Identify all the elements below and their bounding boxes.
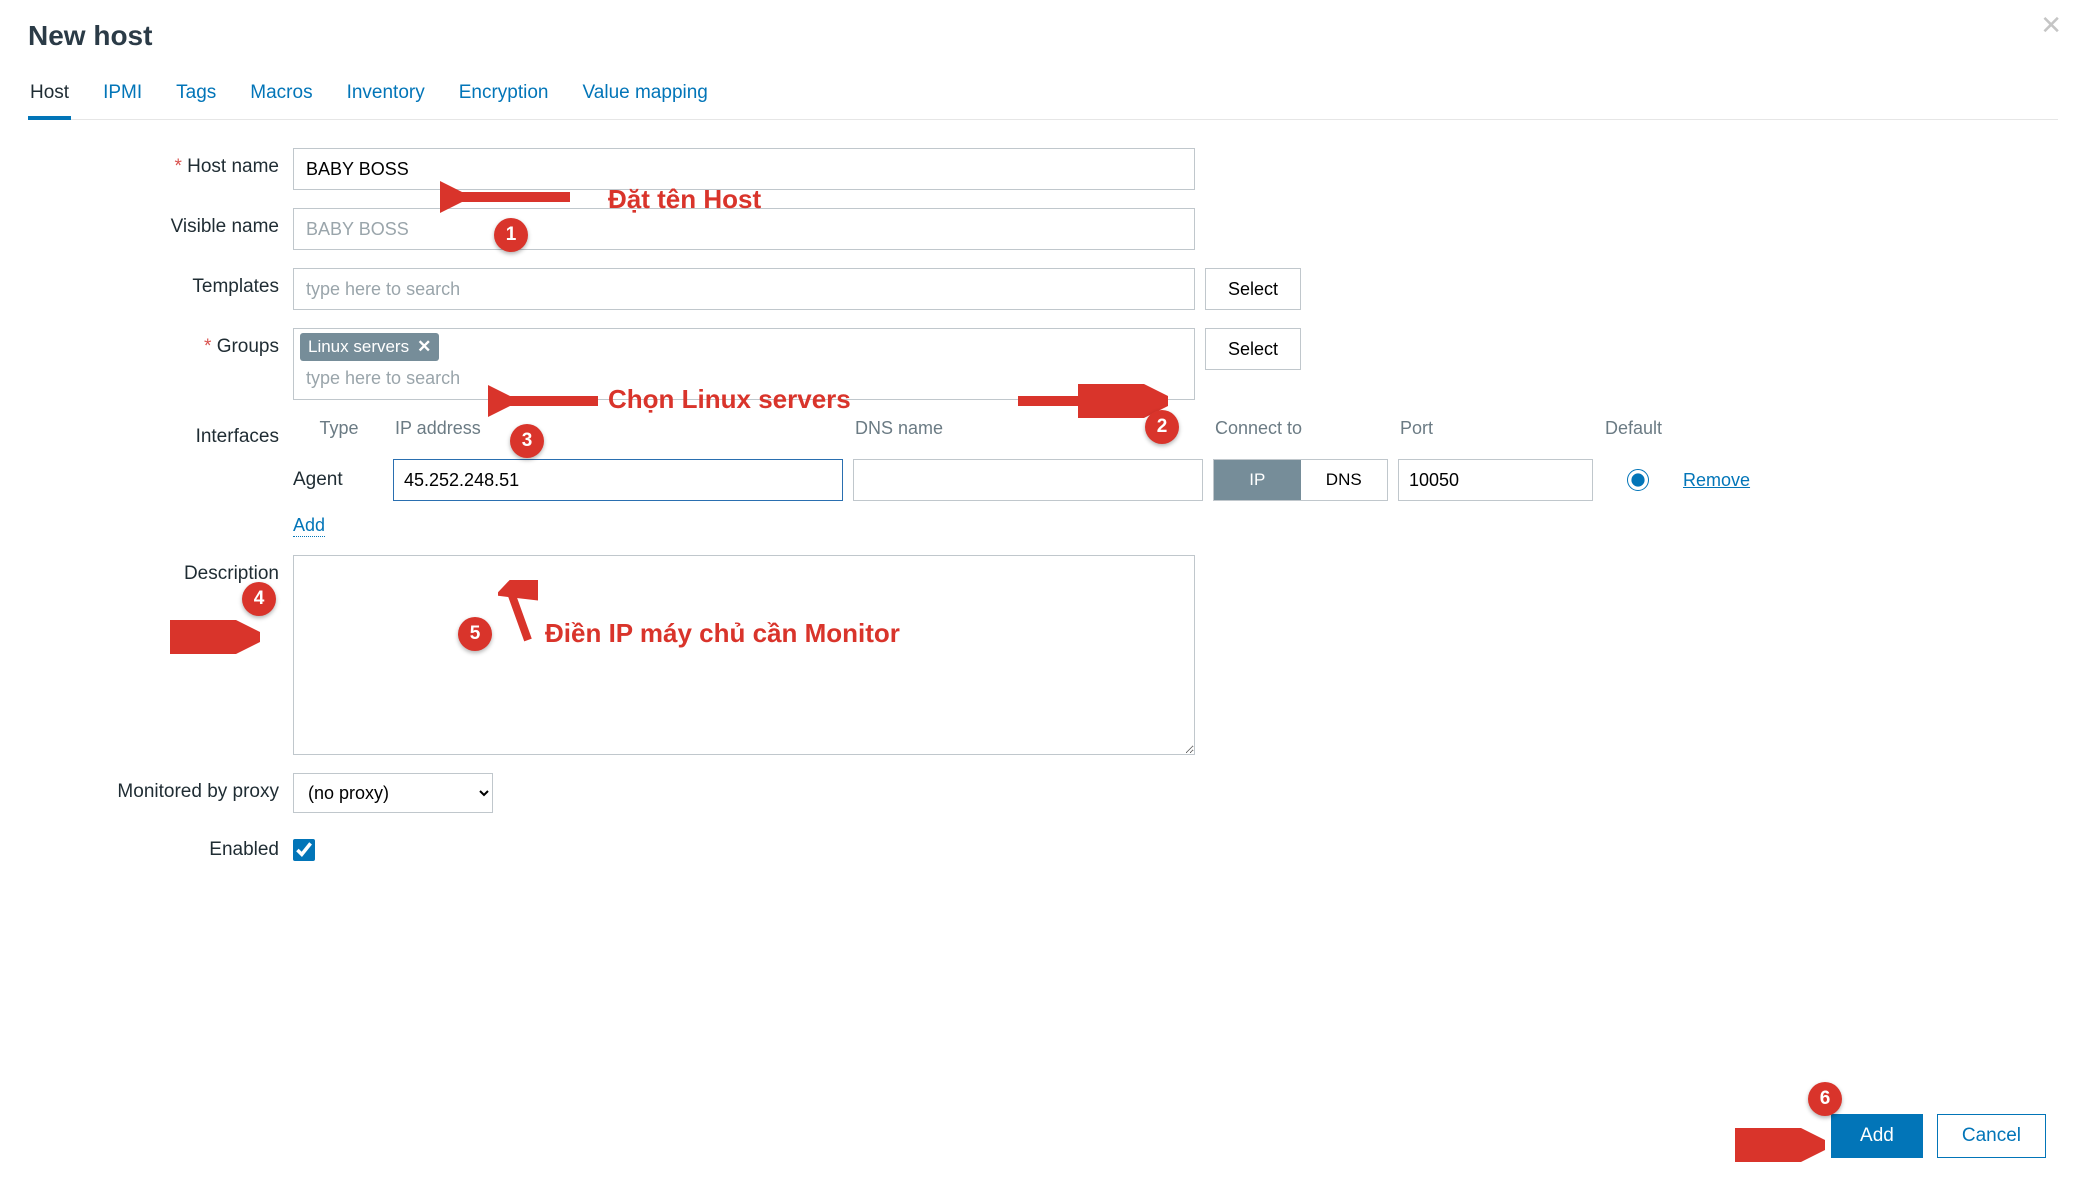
enabled-checkbox[interactable]	[293, 839, 315, 861]
footer-actions: Add Cancel	[1831, 1114, 2046, 1158]
interface-ip-input[interactable]	[393, 459, 843, 501]
th-port: Port	[1398, 418, 1593, 439]
label-visible-name: Visible name	[28, 208, 293, 238]
th-connect-to: Connect to	[1213, 418, 1388, 439]
groups-select-button[interactable]: Select	[1205, 328, 1301, 370]
tab-ipmi[interactable]: IPMI	[101, 74, 144, 119]
interface-type-label: Agent	[293, 469, 383, 491]
remove-tag-icon[interactable]: ✕	[417, 337, 431, 357]
group-tag-label: Linux servers	[308, 337, 409, 357]
interfaces-header: Type IP address DNS name Connect to Port…	[293, 418, 1803, 439]
connect-to-dns-button[interactable]: DNS	[1301, 460, 1388, 500]
label-groups: Groups	[28, 328, 293, 358]
add-interface-link[interactable]: Add	[293, 515, 325, 537]
proxy-select[interactable]: (no proxy)	[293, 773, 493, 813]
interface-default-radio[interactable]	[1627, 469, 1649, 491]
tab-macros[interactable]: Macros	[248, 74, 314, 119]
th-ip: IP address	[393, 418, 843, 439]
interface-row-agent: Agent IP DNS Remove	[293, 459, 1803, 501]
tab-value-mapping[interactable]: Value mapping	[581, 74, 710, 119]
th-dns: DNS name	[853, 418, 1203, 439]
page-title: New host	[28, 20, 2058, 52]
cancel-button[interactable]: Cancel	[1937, 1114, 2046, 1158]
templates-search-input[interactable]	[293, 268, 1195, 310]
label-monitored-by-proxy: Monitored by proxy	[28, 773, 293, 803]
description-textarea[interactable]	[293, 555, 1195, 755]
groups-search-input[interactable]	[300, 361, 1188, 395]
label-description: Description	[28, 555, 293, 585]
connect-to-toggle: IP DNS	[1213, 459, 1388, 501]
templates-select-button[interactable]: Select	[1205, 268, 1301, 310]
tab-host[interactable]: Host	[28, 74, 71, 120]
label-enabled: Enabled	[28, 831, 293, 861]
label-interfaces: Interfaces	[28, 418, 293, 448]
th-default: Default	[1603, 418, 1803, 439]
interface-port-input[interactable]	[1398, 459, 1593, 501]
annotation-arrow-6	[1735, 1128, 1825, 1162]
interface-dns-input[interactable]	[853, 459, 1203, 501]
tab-inventory[interactable]: Inventory	[345, 74, 427, 119]
label-host-name: Host name	[28, 148, 293, 178]
interface-remove-link[interactable]: Remove	[1683, 470, 1803, 491]
tabs: Host IPMI Tags Macros Inventory Encrypti…	[28, 74, 2058, 120]
groups-tagbox[interactable]: Linux servers ✕	[293, 328, 1195, 400]
th-type: Type	[293, 418, 383, 439]
connect-to-ip-button[interactable]: IP	[1214, 460, 1301, 500]
close-icon[interactable]: ✕	[2040, 10, 2062, 41]
visible-name-input[interactable]	[293, 208, 1195, 250]
label-templates: Templates	[28, 268, 293, 298]
host-name-input[interactable]	[293, 148, 1195, 190]
add-button[interactable]: Add	[1831, 1114, 1923, 1158]
tab-tags[interactable]: Tags	[174, 74, 218, 119]
tab-encryption[interactable]: Encryption	[457, 74, 551, 119]
annotation-badge-6: 6	[1808, 1082, 1842, 1116]
group-tag-linux-servers[interactable]: Linux servers ✕	[300, 333, 439, 361]
